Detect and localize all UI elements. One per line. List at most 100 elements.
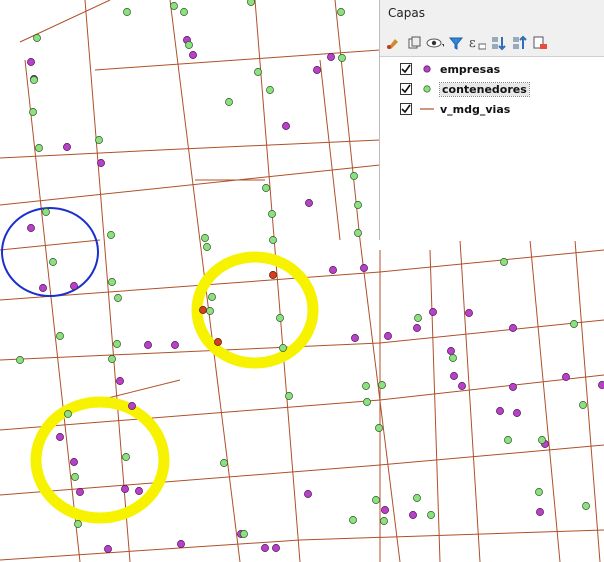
layers-toolbar: ε — [384, 32, 549, 54]
contenedor-point — [42, 208, 50, 216]
empresa-point — [598, 381, 604, 389]
expression-filter-icon[interactable]: ε — [468, 34, 486, 52]
add-group-icon[interactable] — [405, 34, 423, 52]
empresa-point — [536, 508, 544, 516]
empresa-point — [27, 58, 35, 66]
empresa-point — [97, 159, 105, 167]
empresa-point — [429, 308, 437, 316]
contenedor-point — [180, 8, 188, 16]
empresa-point — [70, 458, 78, 466]
yellow-circle-annotation — [30, 396, 170, 524]
contenedor-point — [49, 258, 57, 266]
contenedor-point — [74, 520, 82, 528]
contenedor-point — [122, 453, 130, 461]
empresa-point — [121, 485, 129, 493]
contenedor-point — [449, 354, 457, 362]
contenedor-point — [203, 243, 211, 251]
contenedor-point — [570, 320, 578, 328]
empresa-point — [509, 383, 517, 391]
contenedor-point — [285, 392, 293, 400]
remove-layer-icon[interactable] — [531, 34, 549, 52]
empresa-point — [562, 373, 570, 381]
empresa-point — [447, 347, 455, 355]
contenedor-point — [247, 0, 255, 6]
contenedor-point — [268, 210, 276, 218]
contenedor-point — [206, 307, 214, 315]
layer-checkbox[interactable] — [400, 63, 412, 75]
road-segment — [94, 49, 381, 71]
layer-v-mdg-vias[interactable]: v_mdg_vias — [400, 100, 510, 118]
contenedor-point — [225, 98, 233, 106]
line-symbol-icon — [420, 102, 434, 116]
blue-circle-annotation — [1, 207, 99, 297]
empresa-point — [458, 382, 466, 390]
road-segment — [24, 59, 81, 562]
contenedor-point — [363, 398, 371, 406]
contenedor-point — [276, 314, 284, 322]
road-segment — [0, 539, 301, 561]
road-segment — [84, 0, 131, 562]
contenedor-point — [64, 410, 72, 418]
road-segment — [574, 239, 601, 562]
contenedor-point — [201, 234, 209, 242]
contenedor-point — [71, 473, 79, 481]
empresa-point — [304, 490, 312, 498]
layer-name: empresas — [440, 62, 501, 76]
layer-checkbox[interactable] — [400, 103, 412, 115]
layer-contenedores[interactable]: contenedores — [400, 80, 530, 98]
road-segment — [459, 239, 481, 562]
contenedor-point — [349, 516, 357, 524]
empresa-point — [351, 334, 359, 342]
empresa-point — [116, 377, 124, 385]
empresa-point — [381, 506, 389, 514]
contenedor-point — [337, 8, 345, 16]
empresa-point — [465, 309, 473, 317]
layer-tree: empresas contenedores v_mdg_vias — [380, 56, 604, 241]
road-segment — [379, 444, 604, 466]
empresa-point — [409, 511, 417, 519]
contenedor-point — [29, 108, 37, 116]
highlighted-point — [214, 338, 222, 346]
filter-icon[interactable] — [447, 34, 465, 52]
empresa-point — [282, 122, 290, 130]
contenedor-point — [123, 8, 131, 16]
contenedor-point — [350, 172, 358, 180]
visibility-eye-icon[interactable] — [426, 34, 444, 52]
contenedor-point — [380, 517, 388, 525]
contenedor-point — [500, 258, 508, 266]
empresa-point — [56, 433, 64, 441]
road-segment — [379, 249, 604, 273]
layer-checkbox[interactable] — [400, 83, 412, 95]
contenedor-point — [266, 86, 274, 94]
road-segment — [0, 164, 381, 206]
empresa-point — [177, 540, 185, 548]
highlighted-point — [199, 306, 207, 314]
contenedor-point — [535, 488, 543, 496]
empresa-point — [305, 199, 313, 207]
contenedor-point — [170, 2, 178, 10]
contenedor-point — [185, 41, 193, 49]
contenedor-point — [108, 355, 116, 363]
empresa-point — [135, 487, 143, 495]
annotations — [1, 207, 319, 524]
collapse-all-icon[interactable] — [510, 34, 528, 52]
road-segment — [529, 239, 561, 562]
yellow-circle-annotation — [191, 251, 319, 369]
style-layer-icon[interactable] — [384, 34, 402, 52]
point-symbol-icon — [420, 62, 434, 76]
layer-empresas[interactable]: empresas — [400, 60, 500, 78]
contenedor-point — [56, 332, 64, 340]
contenedor-point — [208, 293, 216, 301]
contenedor-point — [538, 436, 546, 444]
road-segment — [379, 374, 604, 401]
empresa-point — [27, 224, 35, 232]
contenedor-point — [378, 381, 386, 389]
empresa-point — [39, 284, 47, 292]
road-segment — [0, 464, 381, 496]
empresa-point — [450, 372, 458, 380]
contenedor-point — [30, 76, 38, 84]
expand-all-icon[interactable] — [489, 34, 507, 52]
layer-name: contenedores — [439, 81, 530, 97]
empresa-point — [327, 53, 335, 61]
road-segment — [0, 239, 101, 251]
